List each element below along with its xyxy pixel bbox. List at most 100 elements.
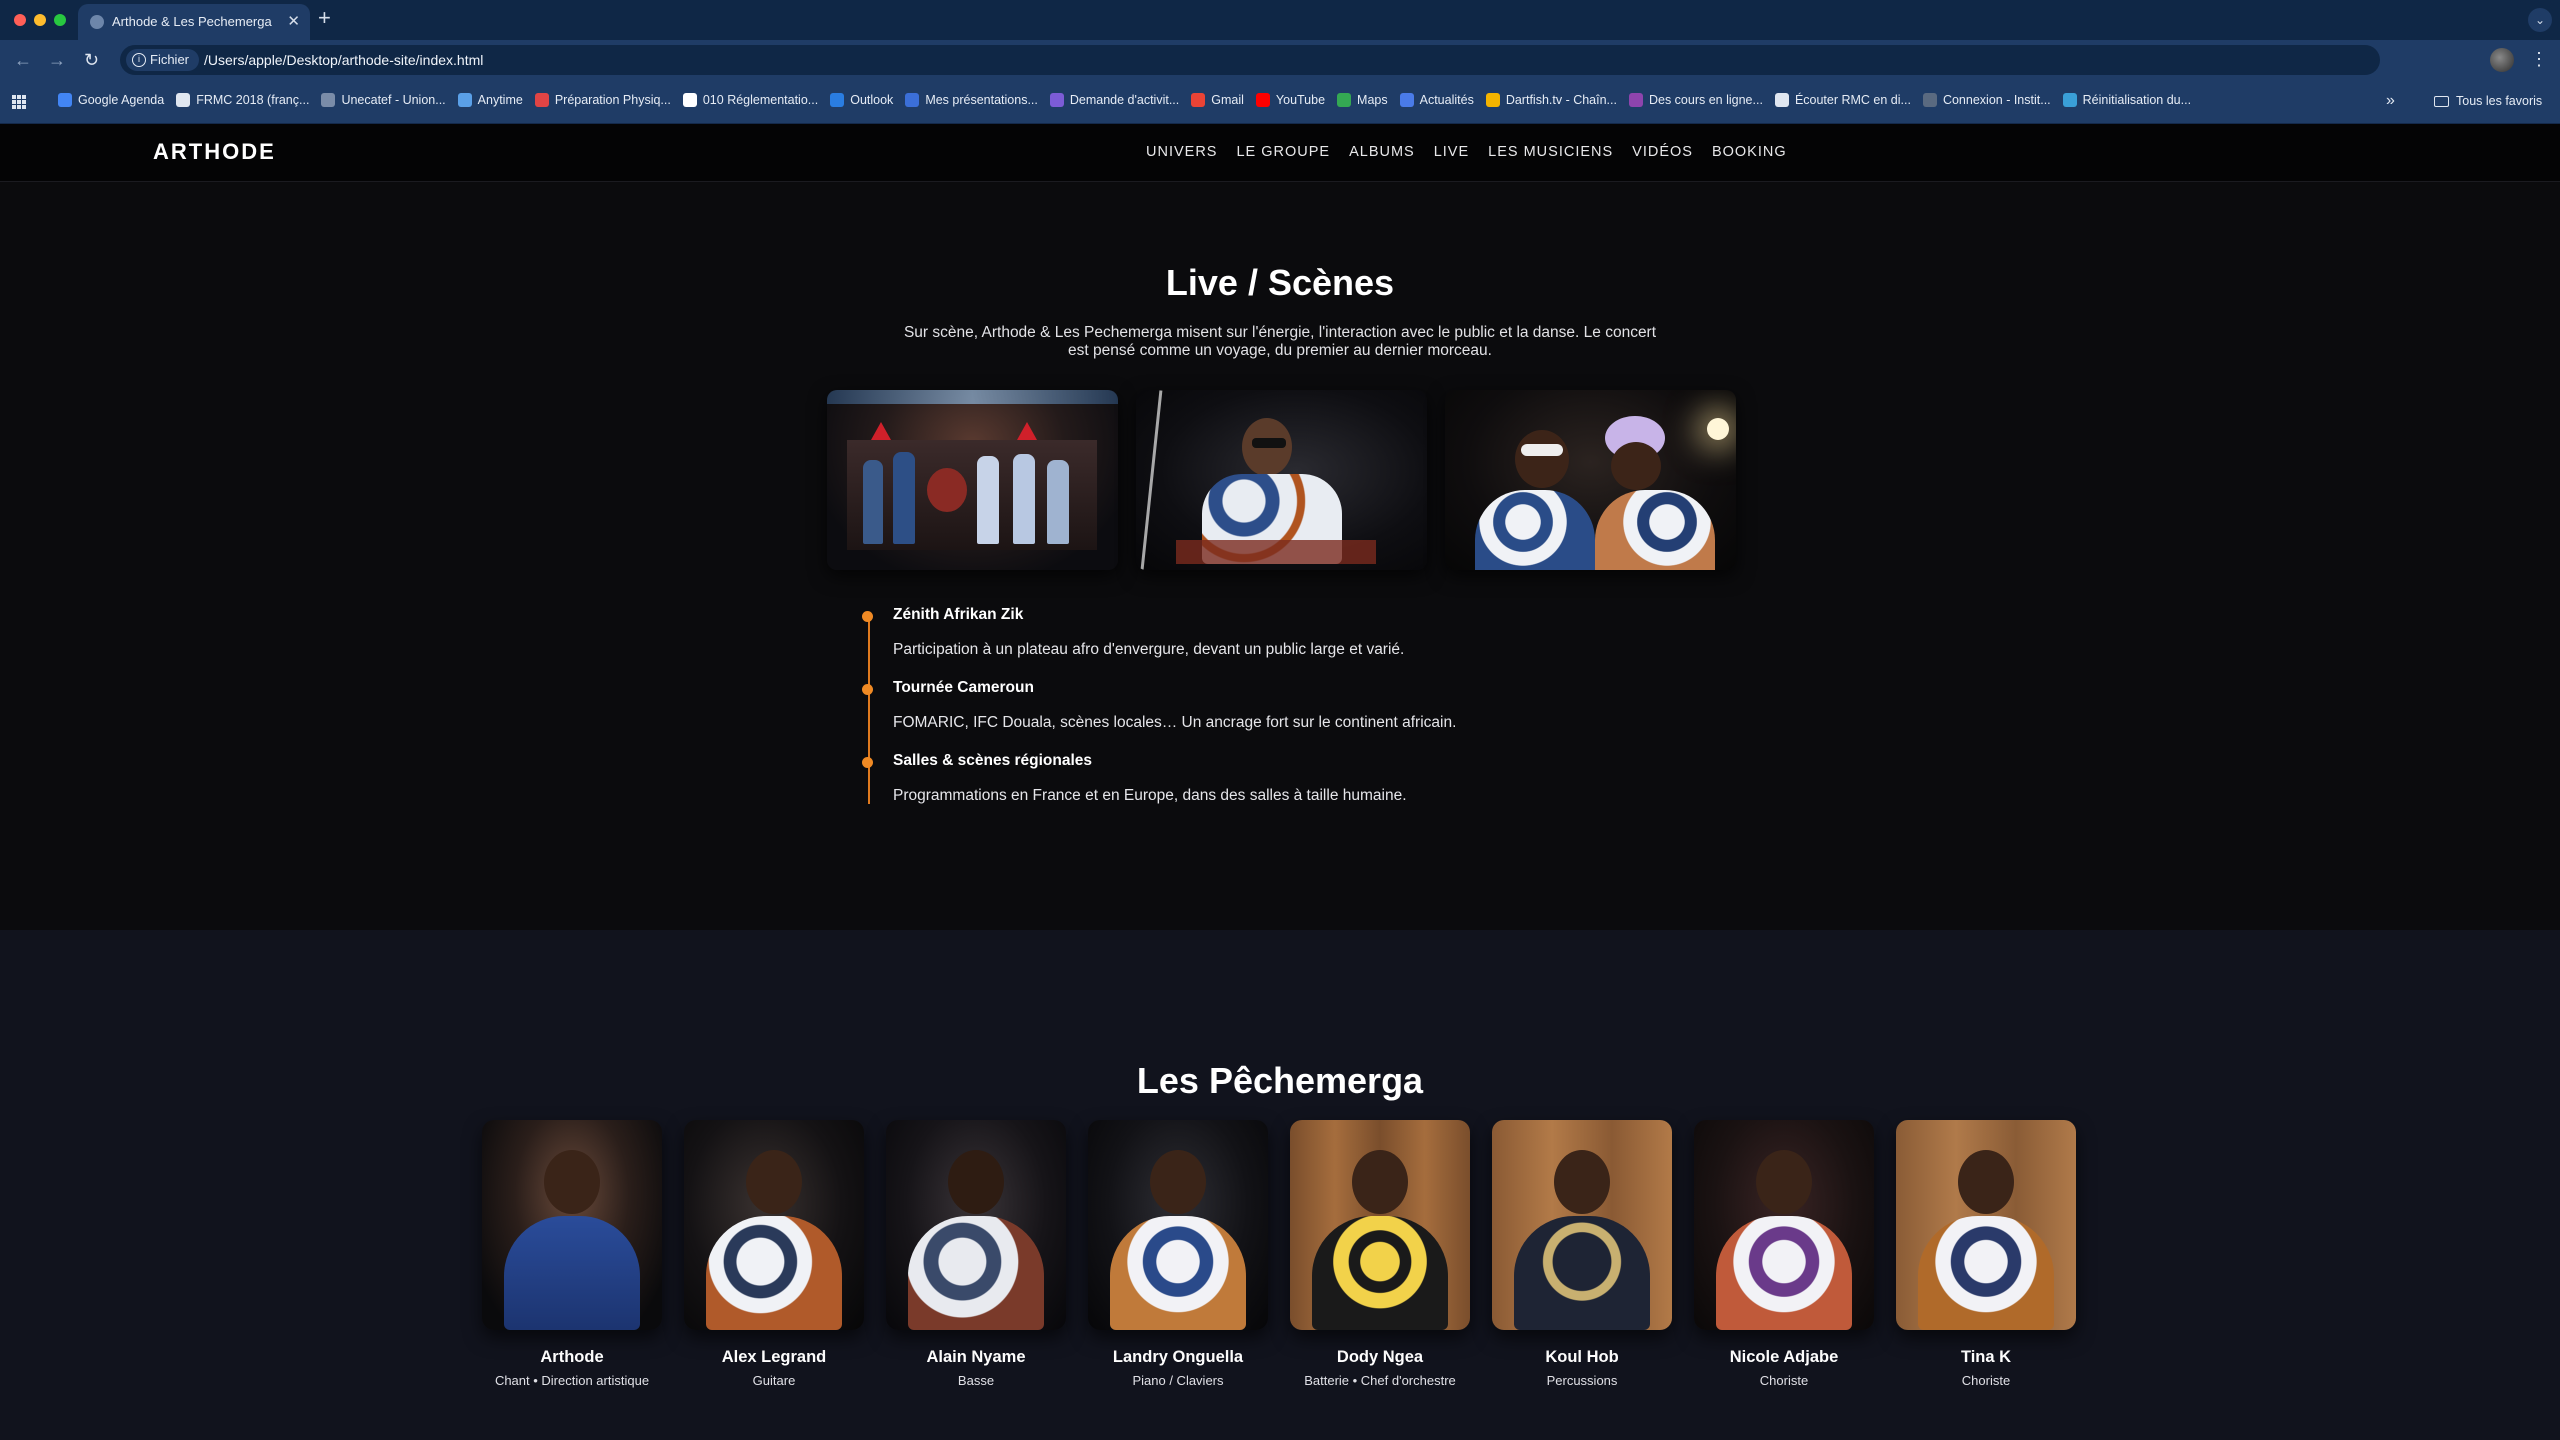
bookmark-favicon-icon bbox=[1255, 93, 1270, 107]
all-bookmarks-label: Tous les favoris bbox=[2456, 94, 2543, 108]
live-photo-stage bbox=[827, 390, 1118, 570]
member-photo bbox=[1896, 1120, 2076, 1330]
nav-link-vidéos[interactable]: VIDÉOS bbox=[1632, 144, 1693, 160]
bookmark-label: Anytime bbox=[477, 93, 523, 107]
nav-link-albums[interactable]: ALBUMS bbox=[1349, 144, 1415, 160]
address-bar[interactable]: i Fichier /Users/apple/Desktop/arthode-s… bbox=[120, 45, 2380, 75]
nav-link-les-musiciens[interactable]: LES MUSICIENS bbox=[1488, 144, 1613, 160]
close-window-button[interactable] bbox=[14, 14, 26, 26]
bookmark-label: Unecatef - Union... bbox=[341, 93, 446, 107]
bookmark-label: Outlook bbox=[850, 93, 894, 107]
bookmark-item[interactable]: Google Agenda bbox=[58, 93, 164, 107]
bookmark-item[interactable]: Préparation Physiq... bbox=[534, 93, 671, 107]
member-role: Choriste bbox=[1961, 1373, 2011, 1388]
live-title: Live / Scènes bbox=[1165, 262, 1395, 303]
bookmark-item[interactable]: Maps bbox=[1337, 93, 1388, 107]
member-card[interactable]: Koul Hob Percussions bbox=[1492, 1120, 1672, 1388]
live-photo-keyboardist bbox=[1136, 390, 1427, 570]
bookmark-favicon-icon bbox=[905, 93, 920, 107]
member-card[interactable]: Landry Onguella Piano / Claviers bbox=[1088, 1120, 1268, 1388]
member-photo bbox=[1088, 1120, 1268, 1330]
reload-icon[interactable]: ↻ bbox=[84, 49, 99, 71]
bookmark-item[interactable]: YouTube bbox=[1255, 93, 1325, 107]
timeline-dot bbox=[862, 757, 873, 768]
bookmark-favicon-icon bbox=[58, 93, 72, 107]
browser-tab-bar: Arthode & Les Pechemerga ✕ + ⌄ bbox=[0, 0, 2560, 40]
bookmark-item[interactable]: Connexion - Instit... bbox=[1922, 93, 2051, 107]
bookmark-item[interactable]: Unecatef - Union... bbox=[321, 93, 446, 107]
chevron-down-icon[interactable]: ⌄ bbox=[2528, 8, 2552, 32]
bookmark-favicon-icon bbox=[534, 93, 549, 107]
bookmark-item[interactable]: 010 Réglementatio... bbox=[682, 93, 818, 107]
live-intro: Sur scène, Arthode & Les Pechemerga mise… bbox=[903, 324, 1657, 359]
nav-link-le-groupe[interactable]: LE GROUPE bbox=[1236, 144, 1330, 160]
site-chip-label: Fichier bbox=[150, 52, 190, 67]
bookmark-item[interactable]: Gmail bbox=[1191, 93, 1244, 107]
member-card[interactable]: Alain Nyame Basse bbox=[886, 1120, 1066, 1388]
bookmark-label: Google Agenda bbox=[78, 93, 165, 107]
member-photo bbox=[1492, 1120, 1672, 1330]
bookmark-item[interactable]: Anytime bbox=[457, 93, 523, 107]
bookmark-favicon-icon bbox=[321, 93, 336, 107]
band-section: Les Pêchemerga Arthode Chant • Direction … bbox=[0, 930, 2560, 1440]
bookmark-item[interactable]: Dartfish.tv - Chaîn... bbox=[1485, 93, 1617, 107]
url-text[interactable]: /Users/apple/Desktop/arthode-site/index.… bbox=[204, 52, 483, 68]
nav-link-univers[interactable]: UNIVERS bbox=[1146, 144, 1217, 160]
timeline-item: Tournée Cameroun FOMARIC, IFC Douala, sc… bbox=[862, 679, 1753, 732]
member-card[interactable]: Dody Ngea Batterie • Chef d'orchestre bbox=[1290, 1120, 1470, 1388]
forward-arrow-icon[interactable]: → bbox=[48, 49, 66, 71]
member-name: Koul Hob bbox=[1545, 1348, 1619, 1366]
bookmark-label: Dartfish.tv - Chaîn... bbox=[1505, 93, 1617, 107]
nav-link-live[interactable]: LIVE bbox=[1434, 144, 1469, 160]
tab-title: Arthode & Les Pechemerga bbox=[112, 14, 272, 29]
bookmark-item[interactable]: Mes présentations... bbox=[905, 93, 1038, 107]
new-tab-button[interactable]: + bbox=[318, 7, 331, 29]
bookmark-label: Des cours en ligne... bbox=[1648, 93, 1763, 107]
bookmark-favicon-icon bbox=[176, 93, 191, 107]
timeline-item-desc: Participation à un plateau afro d'enverg… bbox=[893, 641, 1405, 658]
bookmark-label: Écouter RMC en di... bbox=[1794, 93, 1911, 107]
maximize-window-button[interactable] bbox=[54, 14, 66, 26]
chevron-double-right-icon[interactable]: » bbox=[2386, 92, 2395, 110]
member-card[interactable]: Tina K Choriste bbox=[1896, 1120, 2076, 1388]
bookmark-item[interactable]: Actualités bbox=[1399, 93, 1474, 107]
band-title: Les Pêchemerga bbox=[1136, 1060, 1424, 1101]
nav-link-booking[interactable]: BOOKING bbox=[1712, 144, 1787, 160]
timeline-item: Salles & scènes régionales Programmation… bbox=[862, 752, 1753, 805]
live-section: Live / Scènes Sur scène, Arthode & Les P… bbox=[0, 182, 2560, 930]
bookmark-label: Gmail bbox=[1211, 93, 1244, 107]
member-photo bbox=[886, 1120, 1066, 1330]
bookmark-item[interactable]: Écouter RMC en di... bbox=[1774, 93, 1911, 107]
bookmark-item[interactable]: Réinitialisation du... bbox=[2062, 93, 2191, 107]
info-icon: i bbox=[132, 53, 146, 67]
close-icon[interactable]: ✕ bbox=[287, 12, 300, 30]
browser-tab-active[interactable]: Arthode & Les Pechemerga ✕ bbox=[78, 4, 310, 40]
member-photo bbox=[1694, 1120, 1874, 1330]
site-info-chip[interactable]: i Fichier bbox=[126, 49, 200, 71]
member-name: Dody Ngea bbox=[1336, 1348, 1424, 1366]
member-photo bbox=[482, 1120, 662, 1330]
timeline-item-title: Salles & scènes régionales bbox=[893, 752, 1093, 769]
bookmark-favicon-icon bbox=[830, 93, 845, 107]
bookmark-item[interactable]: Demande d'activit... bbox=[1049, 93, 1179, 107]
member-card[interactable]: Alex Legrand Guitare bbox=[684, 1120, 864, 1388]
site-logo[interactable]: ARTHODE bbox=[153, 139, 276, 165]
member-photo bbox=[684, 1120, 864, 1330]
member-role: Percussions bbox=[1546, 1373, 1618, 1388]
member-card[interactable]: Nicole Adjabe Choriste bbox=[1694, 1120, 1874, 1388]
bookmark-favicon-icon bbox=[1337, 93, 1352, 107]
bookmark-item[interactable]: Outlook bbox=[830, 93, 893, 107]
back-arrow-icon[interactable]: ← bbox=[14, 49, 32, 71]
more-menu-icon[interactable]: ⋮ bbox=[2530, 48, 2548, 70]
bookmark-item[interactable]: FRMC 2018 (franç... bbox=[176, 93, 309, 107]
timeline-item-title: Tournée Cameroun bbox=[893, 679, 1034, 696]
minimize-window-button[interactable] bbox=[34, 14, 46, 26]
all-bookmarks-button[interactable]: Tous les favoris bbox=[2434, 94, 2542, 108]
bookmark-item[interactable]: Des cours en ligne... bbox=[1628, 93, 1763, 107]
profile-avatar[interactable] bbox=[2490, 48, 2514, 72]
web-page: ARTHODE UNIVERS LE GROUPE ALBUMS LIVE LES MU… bbox=[0, 124, 2560, 1440]
apps-grid-icon[interactable] bbox=[12, 95, 26, 109]
bookmark-label: Actualités bbox=[1419, 93, 1474, 107]
member-card[interactable]: Arthode Chant • Direction artistique bbox=[482, 1120, 662, 1388]
bookmark-label: Préparation Physiq... bbox=[554, 93, 671, 107]
